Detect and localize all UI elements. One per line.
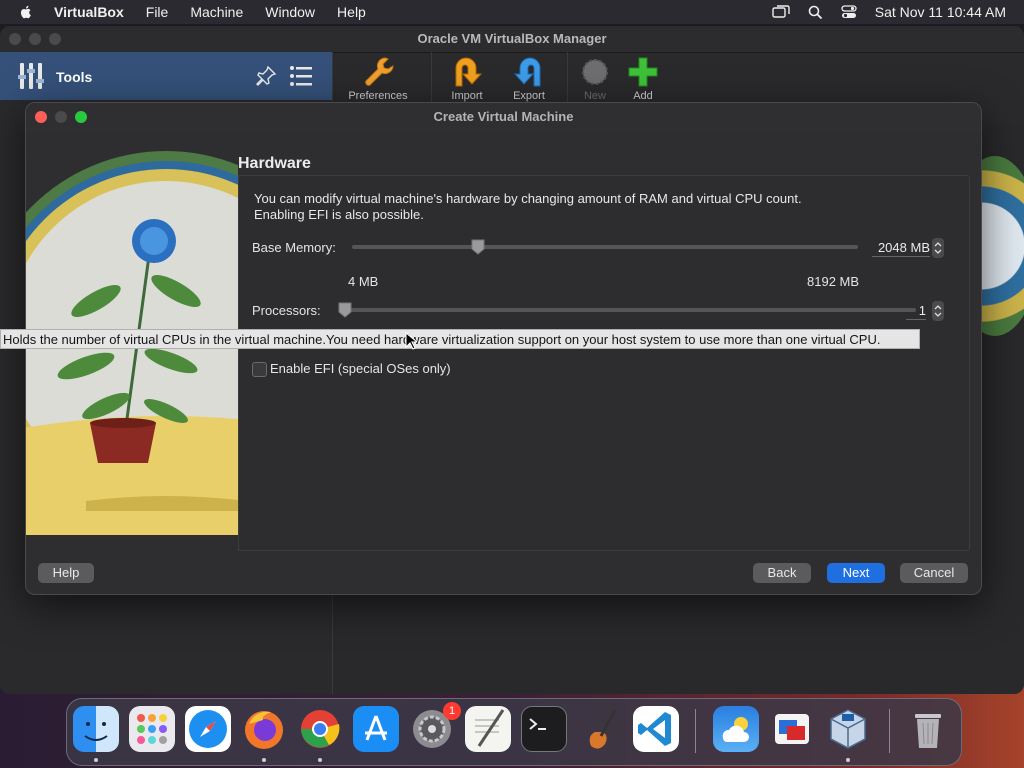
tools-icon xyxy=(18,63,44,89)
main-titlebar: Oracle VM VirtualBox Manager xyxy=(0,26,1024,53)
dialog-title: Create Virtual Machine xyxy=(433,109,574,124)
garageband-icon[interactable] xyxy=(577,706,623,752)
dock-separator xyxy=(889,709,890,753)
dock-separator xyxy=(695,709,696,753)
app-store-icon[interactable] xyxy=(353,706,399,752)
base-memory-value[interactable]: 2048 MB xyxy=(872,240,930,257)
stepper-arrows-icon xyxy=(934,305,942,317)
tools-pane-header[interactable]: Tools xyxy=(0,52,332,100)
memory-min-label: 4 MB xyxy=(348,274,379,289)
base-memory-label: Base Memory: xyxy=(252,240,336,255)
processors-stepper[interactable] xyxy=(932,301,944,321)
page-title: Hardware xyxy=(238,155,311,172)
enable-efi-checkbox[interactable] xyxy=(252,362,267,377)
menu-bar: VirtualBox File Machine Window Help Sat … xyxy=(0,0,1024,24)
preferences-label: Preferences xyxy=(348,90,408,102)
processors-tooltip: Holds the number of virtual CPUs in the … xyxy=(0,329,920,349)
processors-slider-track[interactable] xyxy=(344,308,916,312)
safari-icon[interactable] xyxy=(185,706,231,752)
firefox-icon[interactable] xyxy=(241,706,287,752)
control-center-icon[interactable] xyxy=(841,5,857,19)
import-label: Import xyxy=(451,90,483,102)
base-memory-slider-track[interactable] xyxy=(352,245,858,249)
export-arrow-icon xyxy=(513,57,541,87)
menubar-clock[interactable]: Sat Nov 11 10:44 AM xyxy=(875,4,1006,20)
enable-efi-label[interactable]: Enable EFI (special OSes only) xyxy=(270,361,451,376)
stepper-arrows-icon xyxy=(934,242,942,254)
wrench-icon xyxy=(365,57,394,86)
menu-app-name[interactable]: VirtualBox xyxy=(54,4,124,20)
apple-icon[interactable] xyxy=(18,4,34,20)
base-memory-stepper[interactable] xyxy=(932,238,944,258)
back-button[interactable]: Back xyxy=(753,563,811,583)
pin-icon[interactable] xyxy=(254,64,278,88)
preferences-button[interactable]: Preferences xyxy=(343,56,413,102)
dialog-titlebar: Create Virtual Machine xyxy=(26,103,981,131)
memory-max-label: 8192 MB xyxy=(807,274,860,289)
menu-file[interactable]: File xyxy=(146,4,169,20)
description-line-2: Enabling EFI is also possible. xyxy=(254,207,424,222)
cancel-button[interactable]: Cancel xyxy=(900,563,968,583)
import-button[interactable]: Import xyxy=(432,56,502,102)
trash-icon[interactable] xyxy=(905,706,951,752)
export-label: Export xyxy=(513,90,545,102)
menu-help[interactable]: Help xyxy=(337,4,366,20)
next-button[interactable]: Next xyxy=(827,563,885,583)
new-vm-icon xyxy=(582,59,608,85)
chrome-icon[interactable] xyxy=(297,706,343,752)
weather-icon[interactable] xyxy=(713,706,759,752)
processors-value[interactable]: 1 xyxy=(906,303,926,320)
launchpad-icon[interactable] xyxy=(129,706,175,752)
chrome-running-dot xyxy=(318,758,322,762)
hardware-description: You can modify virtual machine's hardwar… xyxy=(254,191,894,223)
processors-label: Processors: xyxy=(252,303,321,318)
virtualbox-running-dot xyxy=(846,758,850,762)
finder-running-dot xyxy=(94,758,98,762)
menu-window[interactable]: Window xyxy=(265,4,315,20)
main-window-title: Oracle VM VirtualBox Manager xyxy=(417,31,607,46)
description-line-1: You can modify virtual machine's hardwar… xyxy=(254,191,802,206)
terminal-icon[interactable] xyxy=(521,706,567,752)
screen-mirroring-icon[interactable] xyxy=(772,5,790,19)
menu-machine[interactable]: Machine xyxy=(190,4,243,20)
add-plus-icon xyxy=(628,57,658,87)
vscode-icon[interactable] xyxy=(633,706,679,752)
mouse-cursor-icon xyxy=(405,332,417,350)
help-button[interactable]: Help xyxy=(38,563,94,583)
add-button[interactable]: Add xyxy=(608,56,678,102)
import-arrow-icon xyxy=(455,57,483,87)
finder-icon[interactable] xyxy=(73,706,119,752)
base-memory-slider-handle[interactable] xyxy=(471,239,485,255)
export-button[interactable]: Export xyxy=(494,56,564,102)
spotlight-search-icon[interactable] xyxy=(808,5,823,20)
virtualbox-icon[interactable] xyxy=(825,706,871,752)
dock: 1 xyxy=(66,698,962,766)
add-label: Add xyxy=(633,90,653,102)
remote-desktop-icon[interactable] xyxy=(769,706,815,752)
system-settings-icon[interactable]: 1 xyxy=(409,702,461,752)
processors-slider-handle[interactable] xyxy=(338,302,352,318)
list-menu-icon[interactable] xyxy=(289,65,313,87)
tools-label: Tools xyxy=(56,69,93,85)
settings-notification-badge: 1 xyxy=(443,702,461,720)
textedit-icon[interactable] xyxy=(465,706,511,752)
firefox-running-dot xyxy=(262,758,266,762)
